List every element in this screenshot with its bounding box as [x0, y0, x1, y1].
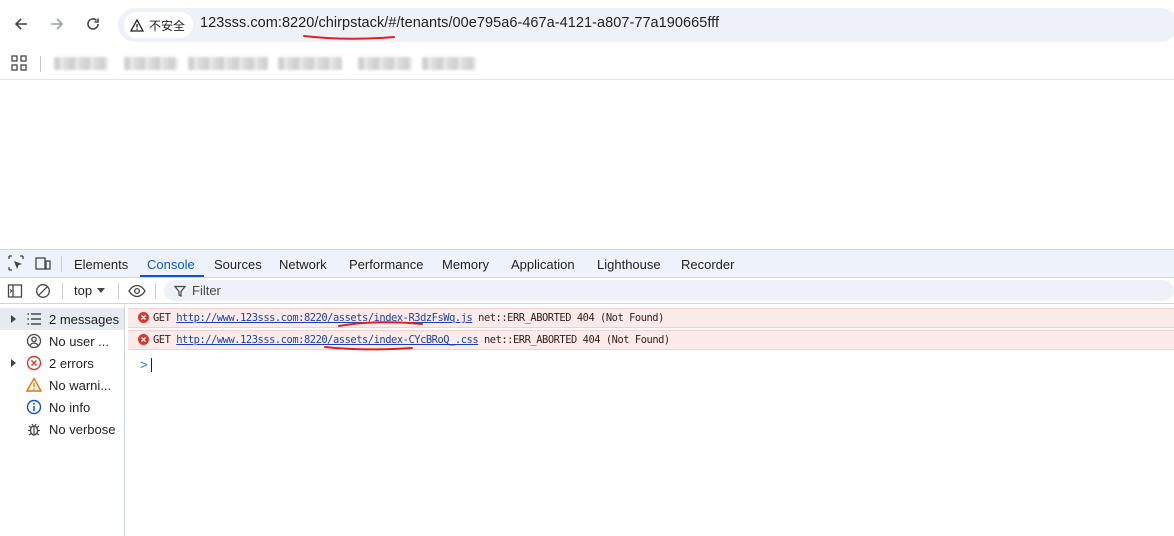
tab-bar-separator — [61, 256, 62, 272]
sidebar-item-messages[interactable]: 2 messages — [0, 308, 124, 330]
clear-console-icon[interactable] — [35, 283, 51, 299]
tab-memory[interactable]: Memory — [442, 257, 489, 272]
context-selector[interactable]: top — [74, 283, 106, 298]
bookmark-item[interactable] — [422, 57, 476, 70]
toolbar-separator — [155, 283, 156, 299]
arrow-right-icon — [51, 18, 64, 30]
warning-icon — [26, 377, 42, 392]
info-icon — [26, 399, 42, 415]
bug-icon — [28, 423, 40, 436]
sidebar-item-errors[interactable]: 2 errors — [0, 352, 124, 374]
console-error-message: GET http://www.123sss.com:8220/assets/in… — [128, 308, 1174, 328]
address-bar[interactable]: 不安全 123sss.com:8220/chirpstack/#/tenants… — [118, 8, 1174, 42]
tab-application[interactable]: Application — [511, 257, 575, 272]
devtools-panel: Elements Console Sources Network Perform… — [0, 249, 1174, 536]
device-toolbar-icon[interactable] — [35, 255, 51, 271]
console-sidebar: 2 messages No user ... 2 errors No warni… — [0, 305, 125, 536]
tab-lighthouse[interactable]: Lighthouse — [597, 257, 661, 272]
sidebar-item-label: No info — [49, 400, 91, 415]
filter-input[interactable]: Filter — [164, 280, 1174, 301]
tab-performance[interactable]: Performance — [349, 257, 423, 272]
bookmark-item[interactable] — [54, 57, 108, 70]
url-text[interactable]: 123sss.com:8220/chirpstack/#/tenants/00e… — [200, 15, 719, 31]
request-method: GET — [153, 334, 171, 346]
console-input-cursor[interactable] — [151, 358, 152, 372]
back-button[interactable] — [9, 12, 33, 36]
expand-caret-icon[interactable] — [11, 315, 16, 323]
user-icon — [26, 333, 42, 349]
list-icon — [27, 313, 41, 325]
sidebar-item-label: No user ... — [49, 334, 109, 349]
sidebar-item-label: No warni... — [49, 378, 112, 393]
security-chip[interactable]: 不安全 — [124, 12, 194, 38]
console-error-message: GET http://www.123sss.com:8220/assets/in… — [128, 330, 1174, 350]
console-output[interactable]: GET http://www.123sss.com:8220/assets/in… — [126, 305, 1174, 536]
error-icon — [138, 312, 149, 323]
annotation-underline — [303, 35, 395, 40]
sidebar-item-verbose[interactable]: No verbose — [0, 418, 124, 440]
browser-toolbar: 不安全 123sss.com:8220/chirpstack/#/tenants… — [0, 0, 1174, 48]
bookmark-item[interactable] — [124, 57, 178, 70]
toolbar-separator — [118, 283, 119, 299]
inspect-element-icon[interactable] — [8, 255, 24, 271]
security-label: 不安全 — [149, 18, 186, 33]
expand-caret-icon[interactable] — [11, 359, 16, 367]
console-toolbar: top Filter — [0, 278, 1174, 304]
reload-icon — [87, 18, 99, 30]
tab-recorder[interactable]: Recorder — [681, 257, 734, 272]
url-host: 123sss.com:8220/ — [200, 15, 319, 31]
sidebar-toggle-icon[interactable] — [7, 283, 23, 299]
filter-icon — [174, 285, 186, 297]
apps-grid-icon[interactable] — [11, 55, 27, 71]
reload-button[interactable] — [81, 12, 105, 36]
toolbar-separator — [62, 283, 63, 299]
error-status: net::ERR_ABORTED 404 (Not Found) — [478, 312, 664, 324]
error-status: net::ERR_ABORTED 404 (Not Found) — [483, 334, 670, 346]
error-icon — [26, 355, 42, 371]
sidebar-item-label: 2 messages — [49, 312, 120, 327]
context-label: top — [74, 283, 93, 298]
bookmark-item[interactable] — [278, 57, 342, 70]
annotation-underline — [324, 346, 413, 351]
dropdown-arrow-icon — [97, 288, 106, 293]
eye-icon[interactable] — [128, 283, 146, 299]
url-path-highlight: chirpstack/ — [318, 15, 389, 31]
devtools-tab-bar: Elements Console Sources Network Perform… — [0, 250, 1174, 278]
sidebar-item-info[interactable]: No info — [0, 396, 124, 418]
sidebar-item-label: 2 errors — [49, 356, 94, 371]
url-rest: #/tenants/00e795a6-467a-4121-a807-77a190… — [388, 15, 720, 31]
warning-triangle-icon — [130, 18, 144, 32]
sidebar-item-warnings[interactable]: No warni... — [0, 374, 124, 396]
tab-network[interactable]: Network — [279, 257, 327, 272]
filter-placeholder: Filter — [192, 283, 221, 298]
console-prompt-chevron-icon: > — [140, 357, 148, 372]
bookmarks-bar — [0, 48, 1174, 80]
request-method: GET — [153, 312, 171, 324]
annotation-underline — [338, 321, 423, 327]
tab-elements[interactable]: Elements — [74, 257, 128, 272]
bookmarks-separator — [40, 56, 41, 72]
error-icon — [138, 334, 149, 345]
tab-console[interactable]: Console — [147, 257, 195, 272]
sidebar-item-label: No verbose — [49, 422, 116, 437]
bookmark-item[interactable] — [358, 57, 412, 70]
tab-sources[interactable]: Sources — [214, 257, 262, 272]
active-tab-indicator — [140, 275, 204, 277]
arrow-left-icon — [14, 18, 27, 30]
request-url-link[interactable]: http://www.123sss.com:8220/assets/index-… — [176, 312, 473, 324]
bookmark-item[interactable] — [188, 57, 268, 70]
forward-button[interactable] — [45, 12, 69, 36]
sidebar-item-user-messages[interactable]: No user ... — [0, 330, 124, 352]
